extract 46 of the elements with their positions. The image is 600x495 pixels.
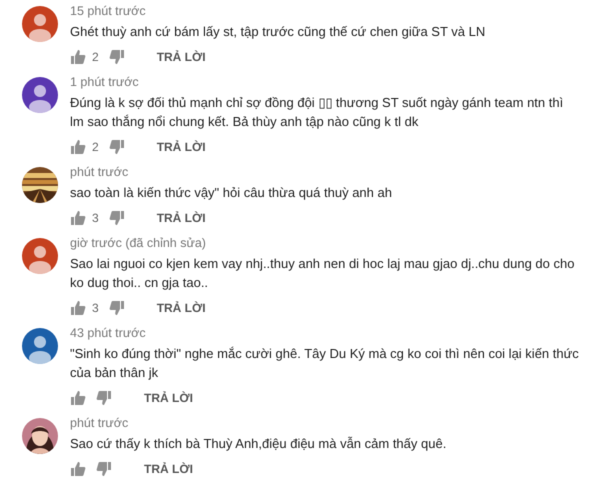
comment-time[interactable]: giờ trước (đã chỉnh sửa): [70, 236, 206, 250]
comment-text: Sao cứ thấy k thích bà Thuỳ Anh,điệu điệu mà vẫn cảm thấy quê.: [70, 435, 448, 453]
dislike-button[interactable]: [96, 390, 112, 406]
like-button[interactable]: [70, 210, 86, 226]
thumbs-down-icon: [96, 390, 112, 406]
like-count: 3: [92, 211, 99, 225]
reply-button[interactable]: TRẢ LỜI: [144, 462, 193, 476]
reply-button[interactable]: TRẢ LỜI: [156, 140, 206, 154]
comment-time[interactable]: 1 phút trước: [70, 75, 139, 89]
comment-time[interactable]: 15 phút trước: [70, 4, 146, 18]
thumbs-down-icon: [108, 49, 125, 65]
dislike-button[interactable]: [108, 300, 125, 316]
thumbs-up-icon: [70, 390, 86, 406]
dislike-button[interactable]: [108, 49, 125, 65]
comment-text: Đúng là k sợ đối thủ mạnh chỉ sợ đồng đội ▯▯ thương ST suốt ngày gánh team ntn thì lm sao thắng nổi chung kết. Bả thùy anh tập nào cũng k tl dk: [70, 94, 564, 131]
like-button[interactable]: [70, 300, 86, 316]
thumbs-up-icon: [70, 300, 86, 316]
like-button[interactable]: [70, 49, 86, 65]
thumbs-up-icon: [70, 210, 86, 226]
thumbs-up-icon: [70, 139, 86, 155]
reply-button[interactable]: TRẢ LỜI: [156, 211, 206, 225]
thumbs-down-icon: [108, 210, 125, 226]
thumbs-down-icon: [96, 461, 112, 477]
dislike-button[interactable]: [96, 461, 112, 477]
reply-button[interactable]: TRẢ LỜI: [156, 50, 206, 64]
dislike-button[interactable]: [108, 210, 125, 226]
thumbs-up-icon: [70, 49, 86, 65]
like-count: 2: [92, 50, 99, 64]
like-button[interactable]: [70, 139, 86, 155]
thumbs-up-icon: [70, 461, 86, 477]
comment-text: Ghét thuỳ anh cứ bám lấy st, tập trước cũng thế cứ chen giữa ST và LN: [70, 23, 486, 41]
reply-button[interactable]: TRẢ LỜI: [144, 391, 193, 405]
like-count: 2: [92, 140, 99, 154]
thumbs-down-icon: [108, 300, 125, 316]
dislike-button[interactable]: [108, 139, 125, 155]
thumbs-down-icon: [108, 139, 125, 155]
reply-button[interactable]: TRẢ LỜI: [156, 301, 206, 315]
comment-time[interactable]: phút trước: [70, 416, 128, 430]
like-count: 3: [92, 301, 99, 315]
comment-text: "Sinh ko đúng thời" nghe mắc cười ghê. Tây Du Ký mà cg ko coi thì nên coi lại kiến thức của bản thân jk: [70, 345, 580, 382]
comment-time[interactable]: phút trước: [70, 165, 128, 179]
comment-text: sao toàn là kiến thức vậy" hỏi câu thừa quá thuỳ anh ah: [70, 184, 393, 202]
like-button[interactable]: [70, 390, 86, 406]
comment-text: Sao lai nguoi co kjen kem vay nhj..thuy anh nen di hoc laj mau gjao dj..chu dung do cho ko dug thoi.. cn gja tao..: [70, 255, 576, 292]
comment-time[interactable]: 43 phút trước: [70, 326, 146, 340]
like-button[interactable]: [70, 461, 86, 477]
